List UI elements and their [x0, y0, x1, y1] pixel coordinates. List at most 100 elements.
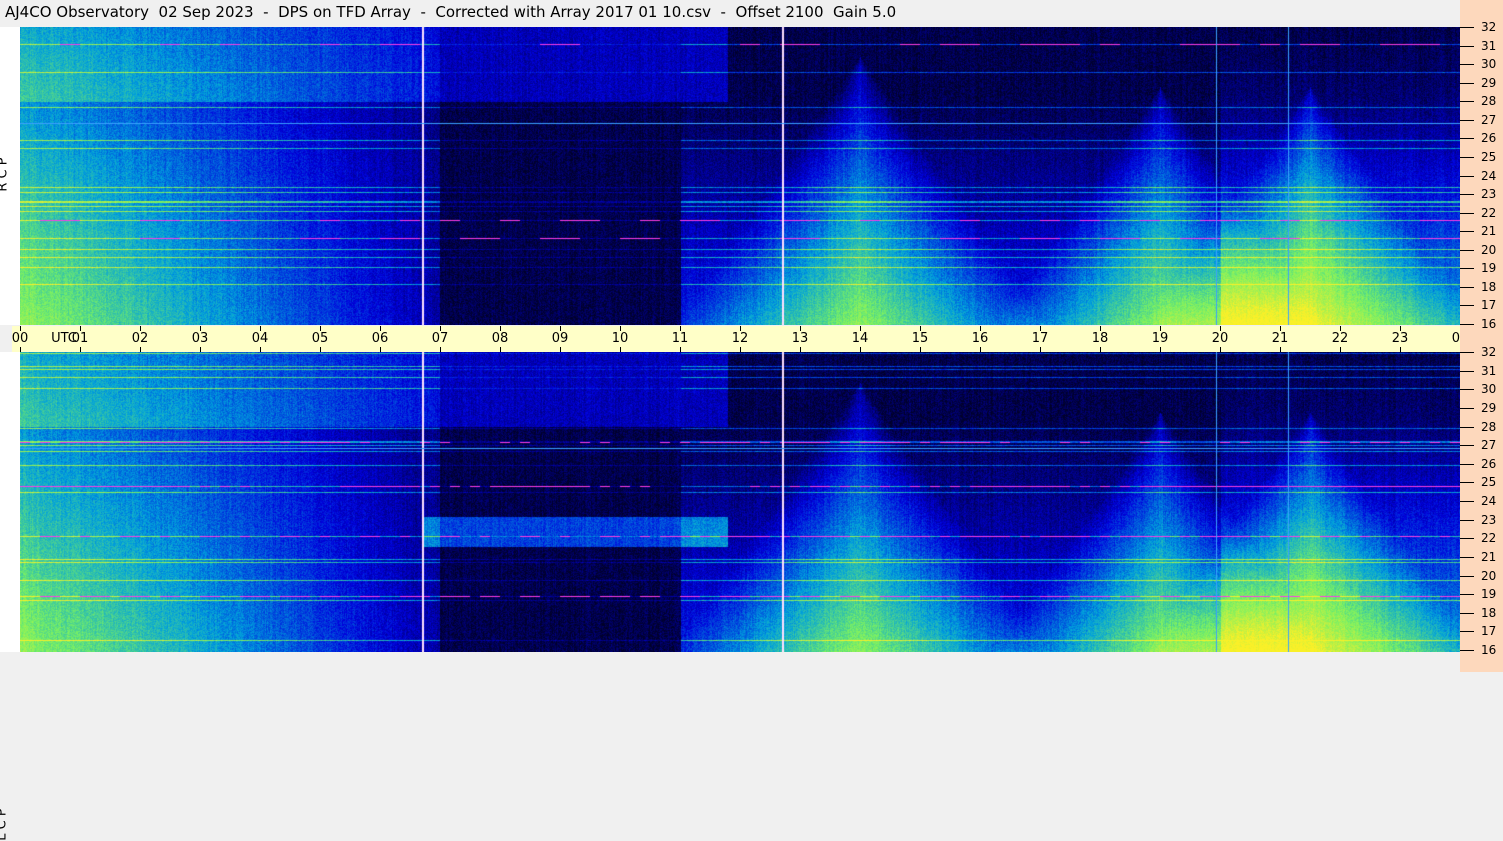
y-tick [1460, 556, 1474, 558]
y-tick [1460, 519, 1474, 521]
x-tick [920, 326, 921, 331]
y-tick-label: 18 [1481, 279, 1497, 294]
y-tick [1460, 650, 1474, 651]
y-tick-label: 22 [1481, 205, 1497, 220]
x-tick [500, 347, 501, 352]
y-tick-label: 27 [1481, 438, 1497, 453]
y-tick-label: 22 [1481, 531, 1497, 546]
y-tick-label: 30 [1481, 57, 1497, 72]
x-tick-label: 04 [251, 331, 269, 346]
x-tick [80, 347, 81, 352]
y-tick-label: 31 [1481, 363, 1497, 378]
x-tick [1400, 326, 1401, 331]
y-tick [1460, 45, 1474, 47]
y-tick [1460, 82, 1474, 84]
y-tick [1460, 538, 1474, 540]
x-tick [860, 326, 861, 331]
x-tick-label: 14 [851, 331, 869, 346]
y-tick [1460, 612, 1474, 614]
x-tick [680, 347, 681, 352]
x-tick [620, 326, 621, 331]
x-tick [1280, 347, 1281, 352]
y-tick [1460, 324, 1474, 325]
rcp-label: R C P [0, 157, 11, 191]
y-tick [1460, 463, 1474, 465]
x-tick [140, 326, 141, 331]
y-tick [1460, 231, 1474, 233]
y-tick [1460, 389, 1474, 391]
x-tick-label: 22 [1331, 331, 1349, 346]
x-tick [200, 326, 201, 331]
y-tick-label: 32 [1481, 345, 1497, 359]
y-tick [1460, 370, 1474, 372]
x-tick [440, 347, 441, 352]
y-tick [1460, 101, 1474, 103]
y-tick-label: 26 [1481, 131, 1497, 146]
x-tick-label: 09 [551, 331, 569, 346]
x-tick-label: 05 [311, 331, 329, 346]
lcp-label: L C P [0, 808, 10, 840]
x-tick-label: 10 [611, 331, 629, 346]
x-tick [980, 347, 981, 352]
y-tick [1460, 138, 1474, 140]
y-tick-label: 24 [1481, 168, 1497, 183]
y-tick-label: 23 [1481, 512, 1497, 527]
x-tick [1340, 326, 1341, 331]
x-tick [1160, 347, 1161, 352]
x-tick [20, 347, 21, 352]
utc-label: UTC [51, 331, 77, 346]
x-tick [800, 347, 801, 352]
y-tick [1460, 631, 1474, 633]
y-tick [1460, 119, 1474, 121]
y-tick [1460, 445, 1474, 447]
x-tick [20, 326, 21, 331]
y-tick-label: 29 [1481, 400, 1497, 415]
y-tick-label: 24 [1481, 494, 1497, 508]
y-tick-label: 19 [1481, 587, 1497, 602]
x-tick [260, 347, 261, 352]
y-tick-label: 29 [1481, 75, 1497, 90]
x-tick [860, 347, 861, 352]
y-tick-label: 17 [1481, 624, 1497, 639]
x-tick-label: 11 [671, 331, 689, 346]
chart-title: AJ4CO Observatory 02 Sep 2023 - DPS on T… [5, 3, 897, 21]
y-tick-label: 30 [1481, 382, 1497, 397]
y-tick-label: 21 [1481, 549, 1497, 564]
x-tick-label: 20 [1211, 331, 1229, 346]
x-tick-label: 00 [11, 331, 29, 346]
y-tick-label: 32 [1481, 20, 1497, 34]
x-tick [1220, 326, 1221, 331]
y-tick [1460, 268, 1474, 270]
x-tick [1040, 326, 1041, 331]
y-tick-label: 31 [1481, 38, 1497, 53]
x-tick [140, 347, 141, 352]
y-tick [1460, 594, 1474, 596]
x-tick [1400, 347, 1401, 352]
x-tick [1280, 326, 1281, 331]
y-tick-label: 19 [1481, 261, 1497, 276]
y-tick-label: 18 [1481, 605, 1497, 620]
x-tick [440, 326, 441, 331]
lcp-side: L C P [0, 352, 20, 841]
x-tick [380, 347, 381, 352]
y-tick-label: 21 [1481, 224, 1497, 239]
y-tick [1460, 212, 1474, 214]
x-tick [1160, 326, 1161, 331]
x-tick-label: 17 [1031, 331, 1049, 346]
x-tick-label: 23 [1391, 331, 1409, 346]
x-tick-label: 15 [911, 331, 929, 346]
y-tick-label: 20 [1481, 242, 1497, 257]
x-tick-label: 16 [971, 331, 989, 346]
x-tick [380, 326, 381, 331]
x-tick [1100, 347, 1101, 352]
y-tick-label: 27 [1481, 112, 1497, 127]
y-tick-label: 17 [1481, 298, 1497, 313]
y-tick [1460, 64, 1474, 66]
x-tick-label: 12 [731, 331, 749, 346]
y-tick [1460, 27, 1474, 28]
y-tick-label: 28 [1481, 419, 1497, 434]
x-tick-label: 03 [191, 331, 209, 346]
y-tick [1460, 482, 1474, 484]
x-tick-label: 13 [791, 331, 809, 346]
x-tick-label: 19 [1151, 331, 1169, 346]
